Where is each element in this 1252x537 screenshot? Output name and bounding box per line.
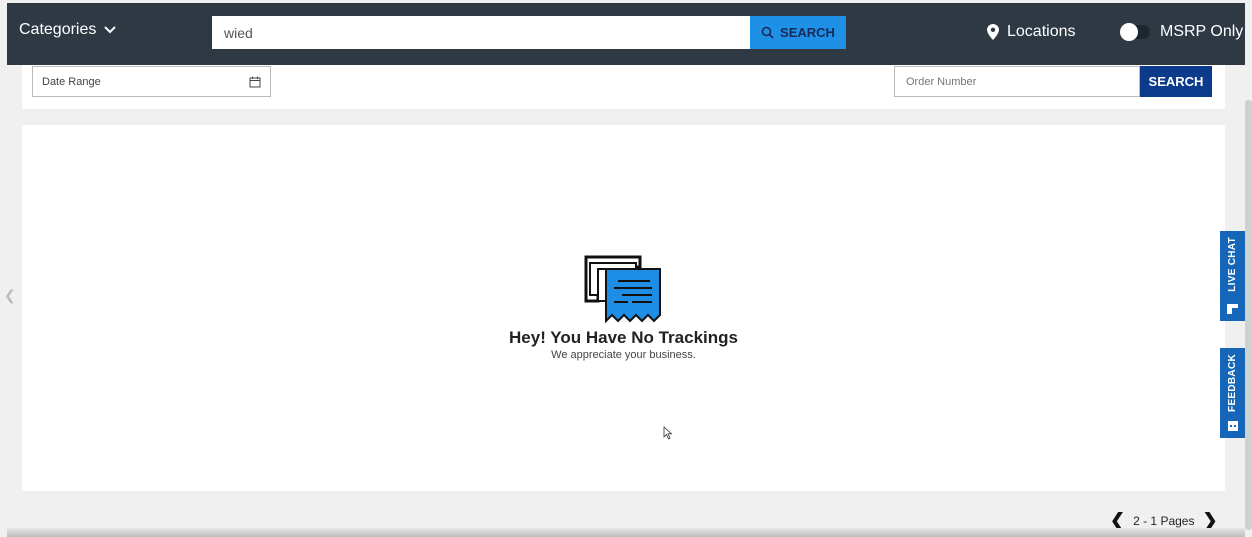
filter-panel: Date Range SEARCH (22, 65, 1225, 109)
pagination-label: 2 - 1 Pages (1133, 513, 1195, 528)
live-chat-tab[interactable]: LIVE CHAT (1220, 231, 1245, 321)
search-input[interactable] (212, 16, 752, 49)
empty-trackings-illustration (584, 255, 661, 324)
msrp-only-toggle[interactable] (1120, 23, 1150, 41)
toggle-knob (1120, 23, 1138, 41)
feedback-tab[interactable]: FEEDBACK (1220, 348, 1245, 438)
search-button-label: SEARCH (780, 25, 835, 40)
empty-state: Hey! You Have No Trackings We appreciate… (22, 255, 1225, 361)
map-pin-icon (987, 24, 999, 40)
left-chevron-icon: ❮ (4, 287, 16, 303)
categories-label: Categories (19, 21, 97, 38)
mouse-cursor-icon (663, 426, 673, 440)
feedback-label: FEEDBACK (1227, 354, 1238, 412)
msrp-only-control: MSRP Only (1120, 23, 1244, 41)
trackings-panel: Hey! You Have No Trackings We appreciate… (22, 125, 1225, 491)
order-number-input[interactable] (894, 66, 1140, 97)
empty-state-title: Hey! You Have No Trackings (509, 328, 738, 347)
search-icon (761, 26, 774, 39)
live-chat-label: LIVE CHAT (1227, 237, 1238, 292)
locations-label: Locations (1007, 23, 1076, 40)
top-navigation-bar: Categories SEARCH Locations MSRP Only (7, 3, 1245, 65)
categories-dropdown[interactable]: Categories (19, 21, 117, 39)
feedback-icon (1227, 421, 1238, 431)
chevron-down-icon (104, 26, 117, 34)
chat-icon (1227, 304, 1238, 314)
date-range-placeholder: Date Range (42, 75, 101, 88)
search-button[interactable]: SEARCH (750, 16, 846, 49)
locations-link[interactable]: Locations (987, 23, 1076, 41)
order-search-button[interactable]: SEARCH (1140, 66, 1212, 97)
date-range-picker[interactable]: Date Range (32, 66, 271, 97)
calendar-icon (249, 76, 261, 87)
empty-state-subtitle: We appreciate your business. (551, 349, 696, 361)
bottom-edge-shade (7, 528, 1245, 537)
scrollbar-thumb[interactable] (1245, 100, 1252, 530)
msrp-only-label: MSRP Only (1160, 23, 1244, 40)
